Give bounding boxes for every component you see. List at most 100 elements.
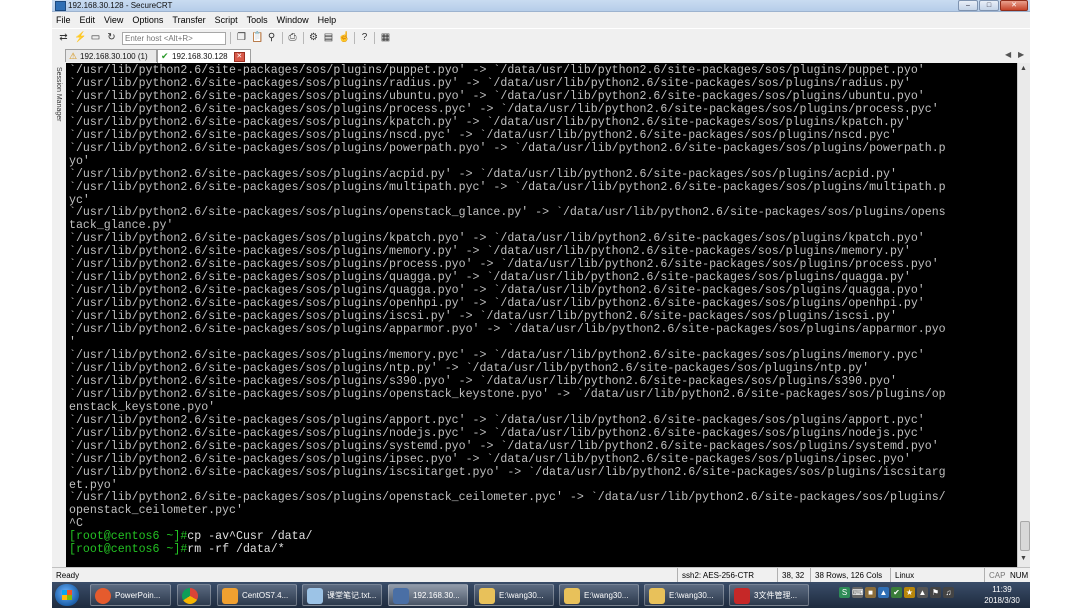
tab-192-168-30-128[interactable]: ✔ 192.168.30.128 ✕ xyxy=(157,49,251,63)
tray-security-icon[interactable]: ✔ xyxy=(891,587,902,598)
tray-volume-icon[interactable]: ♫ xyxy=(943,587,954,598)
tray-flag-icon[interactable]: ⚑ xyxy=(930,587,941,598)
terminal-line: `/usr/lib/python2.6/site-packages/sos/pl… xyxy=(69,452,911,466)
find-icon[interactable]: ⚲ xyxy=(266,32,277,43)
keymap-icon[interactable]: ☝ xyxy=(338,32,350,43)
terminal-line: `/usr/lib/python2.6/site-packages/sos/pl… xyxy=(69,491,946,505)
tray-arrow-icon[interactable]: ▲ xyxy=(917,587,928,598)
terminal-line: `/usr/lib/python2.6/site-packages/sos/pl… xyxy=(69,426,925,440)
sftp-icon[interactable]: ▦ xyxy=(380,32,391,43)
scrollbar-thumb[interactable] xyxy=(1020,521,1030,551)
terminal-line: `/usr/lib/python2.6/site-packages/sos/pl… xyxy=(69,258,939,272)
menu-file[interactable]: File xyxy=(52,12,76,28)
system-tray: S ⌨ ■ ▲ ✔ ★ ▲ ⚑ ♫ xyxy=(839,587,954,603)
window-controls: – □ ✕ xyxy=(958,0,1028,11)
tray-input-icon[interactable]: ⌨ xyxy=(852,587,864,598)
status-bar: Ready ssh2: AES-256-CTR 38, 32 38 Rows, … xyxy=(52,567,1030,582)
menu-bar: File Edit View Options Transfer Script T… xyxy=(52,12,1030,28)
tab-scroll-right-icon[interactable]: ▶ xyxy=(1018,50,1024,59)
toolbar-separator xyxy=(230,32,231,44)
quick-connect-icon[interactable]: ⚡ xyxy=(74,32,86,43)
taskbar-label: E:\wang30... xyxy=(669,591,714,600)
session-manager-panel[interactable]: Session Manager xyxy=(52,63,67,567)
menu-window[interactable]: Window xyxy=(273,12,314,28)
terminal-line: `/usr/lib/python2.6/site-packages/sos/pl… xyxy=(69,413,925,427)
shell-command: rm -rf /data/* xyxy=(187,543,285,557)
scroll-down-icon[interactable]: ▼ xyxy=(1020,555,1027,562)
terminal-area[interactable]: `/usr/lib/python2.6/site-packages/sos/pl… xyxy=(66,63,1017,567)
menu-edit[interactable]: Edit xyxy=(76,12,101,28)
taskbar-label: E:\wang30... xyxy=(499,591,544,600)
scroll-up-icon[interactable]: ▲ xyxy=(1020,65,1027,72)
settings-icon[interactable]: ⚙ xyxy=(308,32,319,43)
terminal-line: `/usr/lib/python2.6/site-packages/sos/pl… xyxy=(69,387,946,401)
status-num: NUM xyxy=(1010,571,1029,580)
maximize-button[interactable]: □ xyxy=(979,0,999,11)
terminal-line: ' xyxy=(69,336,76,350)
connect-tab-icon[interactable]: ▭ xyxy=(90,32,101,43)
tab-scroll-left-icon[interactable]: ◀ xyxy=(1005,50,1011,59)
terminal-line: ^C xyxy=(69,517,83,531)
taskbar-label: CentOS7.4... xyxy=(242,591,289,600)
menu-view[interactable]: View xyxy=(100,12,128,28)
prompt-line: [root@centos6 ~]#rm -rf /data/* xyxy=(69,543,285,556)
folder-icon xyxy=(479,588,495,604)
start-button[interactable] xyxy=(55,584,79,606)
title-bar: 192.168.30.128 - SecureCRT – □ ✕ xyxy=(52,0,1030,12)
tray-network-icon[interactable]: ▲ xyxy=(878,587,889,598)
tab-192-168-30-100[interactable]: ⚠ 192.168.30.100 (1) xyxy=(65,49,157,62)
menu-script[interactable]: Script xyxy=(211,12,243,28)
terminal-line: tack_glance.py' xyxy=(69,219,174,233)
shell-prompt: [root@centos6 ~]# xyxy=(69,543,188,557)
powerpoint-icon xyxy=(95,588,111,604)
terminal-line: `/usr/lib/python2.6/site-packages/sos/pl… xyxy=(69,348,925,362)
securecrt-icon xyxy=(393,588,409,604)
taskbar-label: 3文件管理... xyxy=(754,591,798,600)
menu-help[interactable]: Help xyxy=(314,12,342,28)
tab-label: 192.168.30.128 xyxy=(172,52,228,61)
securecrt-app-icon xyxy=(55,1,66,11)
help-icon[interactable]: ? xyxy=(359,32,370,43)
taskbar-item-folder[interactable]: E:\wang30... xyxy=(559,584,639,606)
shell-prompt: [root@centos6 ~]# xyxy=(69,530,188,544)
terminal-line: `/usr/lib/python2.6/site-packages/sos/pl… xyxy=(69,128,897,142)
clock-time: 11:39 xyxy=(992,585,1012,594)
enter-host-input[interactable] xyxy=(122,32,226,45)
terminal-line: `/usr/lib/python2.6/site-packages/sos/pl… xyxy=(69,465,946,479)
menu-options[interactable]: Options xyxy=(128,12,168,28)
terminal-line: `/usr/lib/python2.6/site-packages/sos/pl… xyxy=(69,323,946,337)
taskbar-item-powerpoint[interactable]: PowerPoin... xyxy=(90,584,171,606)
terminal-scrollbar[interactable]: ▲ ▼ xyxy=(1017,63,1030,567)
reconnect-icon[interactable]: ↻ xyxy=(106,32,117,43)
taskbar-item-centos-vm[interactable]: CentOS7.4... xyxy=(217,584,297,606)
session-options-icon[interactable]: ▤ xyxy=(323,32,334,43)
paste-icon[interactable]: 📋 xyxy=(251,32,263,43)
tray-update-icon[interactable]: ★ xyxy=(904,587,915,598)
menu-tools[interactable]: Tools xyxy=(243,12,273,28)
taskbar-item-folder[interactable]: E:\wang30... xyxy=(644,584,724,606)
prompt-line: [root@centos6 ~]#cp -av^Cusr /data/ xyxy=(69,530,313,543)
taskbar-item-folder[interactable]: E:\wang30... xyxy=(474,584,554,606)
connect-icon[interactable]: ⇄ xyxy=(58,32,69,43)
minimize-button[interactable]: – xyxy=(958,0,978,11)
status-cap: CAP xyxy=(984,568,1008,582)
close-button[interactable]: ✕ xyxy=(1000,0,1028,11)
terminal-line: `/usr/lib/python2.6/site-packages/sos/pl… xyxy=(69,232,925,246)
menu-transfer[interactable]: Transfer xyxy=(168,12,210,28)
vm-icon xyxy=(222,588,238,604)
taskbar-item-chrome[interactable] xyxy=(177,584,211,606)
taskbar-clock[interactable]: 11:39 2018/3/30 xyxy=(980,584,1024,606)
tray-s-icon[interactable]: S xyxy=(839,587,850,598)
tray-app-icon[interactable]: ■ xyxy=(865,587,876,598)
terminal-line: `/usr/lib/python2.6/site-packages/sos/pl… xyxy=(69,271,911,285)
taskbar-item-pdf[interactable]: 3文件管理... xyxy=(729,584,809,606)
taskbar-item-securecrt[interactable]: 192.168.30... xyxy=(388,584,468,606)
copy-icon[interactable]: ❐ xyxy=(236,32,247,43)
print-icon[interactable]: ⎙ xyxy=(287,32,298,43)
right-margin xyxy=(1030,0,1080,608)
windows-taskbar: PowerPoin... CentOS7.4... 课堂笔记.txt... 19… xyxy=(52,582,1030,608)
shell-command: cp -av^Cusr /data/ xyxy=(187,530,313,544)
taskbar-label: 课堂笔记.txt... xyxy=(327,591,377,600)
tab-close-icon[interactable]: ✕ xyxy=(233,51,245,62)
taskbar-item-notepad[interactable]: 课堂笔记.txt... xyxy=(302,584,382,606)
